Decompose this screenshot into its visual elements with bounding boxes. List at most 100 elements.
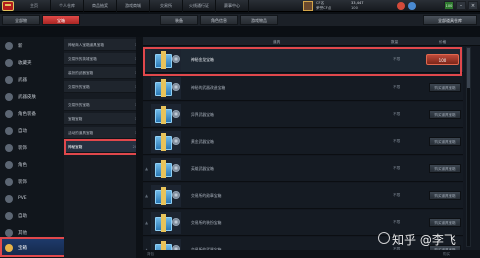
chest-thumbnail — [151, 212, 181, 234]
nav-market[interactable]: 交易所 — [150, 0, 183, 12]
item-name: 英雄武器宝箱 — [191, 166, 214, 171]
honor-points: 100 — [351, 6, 358, 10]
sidebar-item-label: 收藏夹 — [18, 61, 32, 66]
minimize-icon[interactable]: – — [456, 1, 466, 10]
highlight-selected-row — [143, 47, 462, 76]
highlight-subcategory — [64, 139, 140, 155]
nav-inventory[interactable]: 个人仓库 — [51, 0, 84, 12]
close-icon[interactable]: × — [468, 1, 478, 10]
item-qty: 不限 — [393, 166, 401, 170]
auto-icon — [5, 127, 13, 135]
nav-events[interactable]: 赛事中心 — [216, 0, 249, 12]
decor-icon — [5, 144, 13, 152]
chest-thumbnail — [151, 185, 181, 207]
app-logo[interactable] — [2, 1, 14, 11]
subcategory-label: 交易所的宝箱 — [68, 85, 90, 89]
armor-icon — [5, 110, 13, 118]
avatar[interactable] — [303, 1, 313, 11]
level-badge: 100 — [444, 1, 454, 10]
self-icon — [5, 212, 13, 220]
chest-thumbnail — [151, 104, 181, 126]
category-tabs: 全部物 宝箱 装备 角色信息 游戏物品 全部道具仓库 — [0, 14, 480, 26]
lock-icon: ▲ — [145, 166, 149, 171]
subcategory-item[interactable]: 交易所的英雄宝箱1 — [64, 53, 140, 65]
tab-equipment[interactable]: 装备 — [160, 15, 198, 25]
nav-home[interactable]: 主页 — [18, 0, 51, 12]
new-icon — [5, 42, 13, 50]
sidebar-item-label: 武器 — [18, 78, 27, 83]
lock-icon: ▲ — [145, 193, 149, 198]
subcategory-item[interactable]: 交易所的宝箱1 — [64, 99, 140, 111]
user-sub: 荣誉CF点 — [316, 6, 332, 10]
user-info[interactable]: CF名 荣誉CF点 33,447 100 — [303, 1, 393, 11]
sidebar-item-weapon-skins[interactable]: 武器皮肤 — [2, 88, 66, 106]
ornament-icon — [5, 178, 13, 186]
top-nav: 主页 个人仓库 商品抽奖 游戏商城 交易所 火线通行证 赛事中心 — [18, 0, 249, 12]
star-icon — [5, 59, 13, 67]
sidebar-item-favorites[interactable]: 收藏夹 — [2, 54, 66, 72]
subcategory-item[interactable]: 神秘商人宝箱道具宝箱1 — [64, 39, 140, 51]
gun-icon — [5, 76, 13, 84]
subcategory-item[interactable]: 活动的道具宝箱1 — [64, 127, 140, 139]
subcategory-item[interactable]: 交易所的宝箱1 — [64, 81, 140, 93]
list-scrollbar[interactable] — [466, 47, 471, 247]
sidebar-item-armor[interactable]: 角色装备 — [2, 105, 66, 123]
sidebar-item-label: PVE — [18, 196, 27, 201]
nav-lottery[interactable]: 商品抽奖 — [84, 0, 117, 12]
header-price: 价格 — [439, 40, 447, 44]
buy-button[interactable]: 购买道具宝箱 — [429, 83, 461, 92]
sidebar-item-auto[interactable]: 自动 — [2, 122, 66, 140]
sidebar-item-label: 自动 — [18, 129, 27, 134]
buy-button[interactable]: 购买道具宝箱 — [429, 191, 461, 200]
item-name: 交易所的装扮宝箱 — [191, 220, 222, 225]
highlight-sidebar-chest — [0, 237, 69, 257]
item-qty: 不限 — [393, 85, 401, 89]
sidebar-item-pve[interactable]: PVE — [2, 190, 66, 208]
item-name: 神秘的武器改造宝箱 — [191, 85, 226, 90]
watermark: 知乎 @李飞 — [392, 233, 456, 247]
sidebar-item-new[interactable]: 新 — [2, 37, 66, 55]
item-qty: 不限 — [393, 193, 401, 197]
chest-thumbnail — [151, 77, 181, 99]
bottom-bar: 背包 购买 — [143, 250, 480, 258]
lock-icon: ▲ — [145, 220, 149, 225]
buy-button[interactable]: 购买道具宝箱 — [429, 218, 461, 227]
nav-shop[interactable]: 游戏商城 — [117, 0, 150, 12]
mail-icon[interactable] — [408, 2, 416, 10]
list-item[interactable]: ▲ 交易所的勋章宝箱 不限 购买道具宝箱 — [143, 183, 463, 209]
scroll-thumb[interactable] — [467, 48, 470, 88]
subcategory-label: 交易所的英雄宝箱 — [68, 57, 97, 61]
item-qty: 不限 — [393, 112, 401, 116]
list-item[interactable]: 黄金武器宝箱 不限 购买道具宝箱 — [143, 129, 463, 155]
sidebar: 新 收藏夹 武器 武器皮肤 角色装备 自动 装饰 角色 装饰 PVE 自助 其他… — [0, 37, 66, 258]
buy-button[interactable]: 购买道具宝箱 — [429, 164, 461, 173]
sidebar-item-self[interactable]: 自助 — [2, 207, 66, 225]
header-qty: 数量 — [391, 40, 399, 44]
sidebar-item-character[interactable]: 角色 — [2, 156, 66, 174]
sidebar-item-weapons[interactable]: 武器 — [2, 71, 66, 89]
subcategory-item[interactable]: 宝箱宝箱1 — [64, 113, 140, 125]
buy-button[interactable]: 购买道具宝箱 — [429, 110, 461, 119]
sidebar-item-label: 新 — [18, 44, 23, 49]
sidebar-item-decor[interactable]: 装饰 — [2, 139, 66, 157]
sidebar-item-label: 自助 — [18, 214, 27, 219]
top-bar: 主页 个人仓库 商品抽奖 游戏商城 交易所 火线通行证 赛事中心 CF名 荣誉C… — [0, 0, 480, 12]
buy-button[interactable]: 购买道具宝箱 — [429, 137, 461, 146]
subcategory-item[interactable]: 装扮的武器宝箱1 — [64, 67, 140, 79]
tab-all[interactable]: 全部物 — [2, 15, 40, 25]
item-name: 黄金武器宝箱 — [191, 139, 214, 144]
all-items-warehouse-button[interactable]: 全部道具仓库 — [423, 15, 477, 25]
sidebar-item-ornament[interactable]: 装饰 — [2, 173, 66, 191]
tab-chest[interactable]: 宝箱 — [42, 15, 80, 25]
event-icon[interactable] — [397, 2, 405, 10]
item-qty: 不限 — [393, 220, 401, 224]
sidebar-item-label: 武器皮肤 — [18, 95, 36, 100]
tab-items[interactable]: 游戏物品 — [240, 15, 278, 25]
nav-battlepass[interactable]: 火线通行证 — [183, 0, 216, 12]
tab-character[interactable]: 角色信息 — [200, 15, 238, 25]
list-item[interactable]: 神秘的武器改造宝箱 不限 购买道具宝箱 — [143, 75, 463, 101]
list-item[interactable]: 异界武器宝箱 不限 购买道具宝箱 — [143, 102, 463, 128]
list-item[interactable]: ▲ 英雄武器宝箱 不限 购买道具宝箱 — [143, 156, 463, 182]
divider — [136, 37, 143, 258]
chest-thumbnail — [151, 131, 181, 153]
